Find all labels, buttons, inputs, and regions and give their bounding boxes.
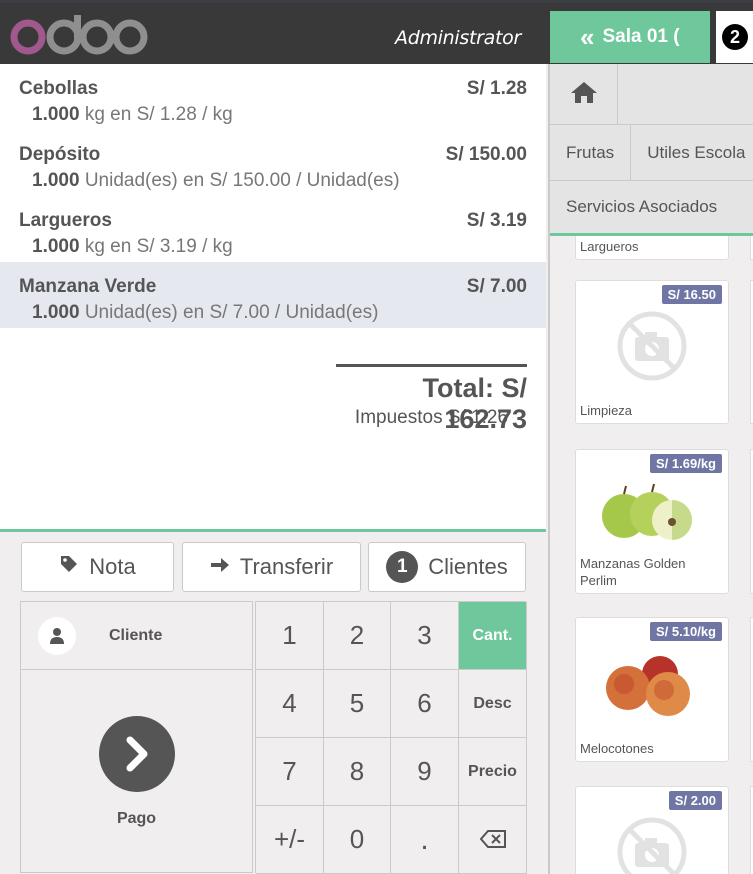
product-price-badge: S/ 2.00 (668, 791, 722, 810)
home-icon (570, 80, 598, 109)
double-chevron-left-icon: « (580, 22, 595, 52)
line-info: 1.000 kg en S/ 3.19 / kg (19, 236, 527, 258)
numpad-key-1[interactable]: 1 (256, 602, 324, 670)
product-price-badge: S/ 1.69/kg (650, 454, 722, 473)
numpad-key-8[interactable]: 8 (324, 738, 391, 806)
orderline[interactable]: Depósito S/ 150.00 1.000 Unidad(es) en S… (0, 130, 546, 196)
home-category-button[interactable] (550, 64, 618, 124)
product-name: Cebollas (19, 78, 99, 99)
arrow-right-icon (210, 554, 230, 580)
category-button[interactable]: Frutas (550, 125, 632, 180)
line-qty: 1.000 (32, 170, 80, 191)
product-card-name: Melocotones (580, 741, 654, 757)
set-customer-button[interactable]: Cliente (21, 602, 252, 670)
line-price: S/ 7.00 (466, 276, 527, 297)
category-button[interactable]: Servicios Asociados (550, 181, 733, 233)
peaches-image (602, 652, 702, 723)
line-info: 1.000 Unidad(es) en S/ 7.00 / Unidad(es) (19, 302, 527, 324)
category-row: Frutas Utiles Escola (550, 124, 753, 180)
product-card-name: Largueros (580, 239, 639, 255)
category-row: Servicios Asociados (550, 180, 753, 233)
product-card[interactable]: Largueros (575, 236, 729, 260)
numpad-key-dot[interactable]: . (391, 806, 459, 874)
numpad-key-0[interactable]: 0 (324, 806, 391, 874)
note-label: Nota (89, 554, 136, 579)
category-button[interactable]: Utiles Escola (631, 125, 753, 180)
product-price-badge: S/ 5.10/kg (650, 622, 722, 641)
product-card[interactable]: S/ 16.50 Limpieza (575, 280, 729, 424)
line-info: 1.000 Unidad(es) en S/ 150.00 / Unidad(e… (19, 170, 527, 192)
product-card-name: Limpieza (580, 403, 633, 419)
tag-icon (59, 554, 79, 580)
line-price: S/ 150.00 (445, 144, 527, 165)
numpad-key-6[interactable]: 6 (391, 670, 459, 738)
product-card[interactable]: S/ 1.69/kg Manzanas Golden Perlim (575, 449, 729, 594)
numpad-key-minus[interactable]: +/- (256, 806, 324, 874)
line-qty: 1.000 (32, 236, 80, 257)
numpad-key-2[interactable]: 2 (324, 602, 391, 670)
green-apples-image (600, 480, 700, 549)
orderline[interactable]: Cebollas S/ 1.28 1.000 kg en S/ 1.28 / k… (0, 64, 546, 130)
product-card-name: Manzanas Golden Perlim (580, 556, 686, 589)
category-bar: Frutas Utiles Escola Servicios Asociados (550, 64, 753, 235)
numpad-key-9[interactable]: 9 (391, 738, 459, 806)
user-icon (38, 616, 76, 655)
pos-topbar: Administrator « Sala 01 ( 2 (0, 0, 753, 64)
odoo-logo (8, 15, 148, 60)
line-unit-info: kg en S/ 1.28 / kg (79, 104, 233, 125)
order-taxes: Impuestos S/ 1.26 (354, 407, 509, 428)
username[interactable]: Administrator (395, 27, 521, 49)
numpad: 1 2 3 Cant. 4 5 6 Desc 7 8 9 Precio +/- … (255, 601, 527, 874)
transfer-label: Transferir (239, 554, 334, 579)
guests-button[interactable]: 1 Clientes (368, 542, 526, 592)
numpad-key-4[interactable]: 4 (256, 670, 324, 738)
product-screen: Frutas Utiles Escola Servicios Asociados… (548, 64, 753, 874)
mode-discount-button[interactable]: Desc (459, 670, 527, 738)
line-qty: 1.000 (32, 302, 80, 323)
order-panel: Cebollas S/ 1.28 1.000 kg en S/ 1.28 / k… (0, 64, 546, 874)
mode-price-button[interactable]: Precio (459, 738, 527, 806)
numpad-key-3[interactable]: 3 (391, 602, 459, 670)
numpad-key-7[interactable]: 7 (256, 738, 324, 806)
orderline-list: Cebollas S/ 1.28 1.000 kg en S/ 1.28 / k… (0, 64, 546, 328)
guests-label: Clientes (428, 554, 508, 579)
line-info: 1.000 kg en S/ 1.28 / kg (19, 104, 527, 126)
customer-label: Cliente (109, 626, 163, 644)
product-card[interactable]: S/ 2.00 (575, 786, 729, 874)
line-price: S/ 1.28 (466, 78, 527, 99)
order-selector-tab[interactable]: 2 (716, 11, 753, 63)
line-unit-info: Unidad(es) en S/ 150.00 / Unidad(es) (79, 170, 400, 191)
numpad-key-5[interactable]: 5 (324, 670, 391, 738)
no-image-icon (615, 309, 689, 388)
orderline-selected[interactable]: Manzana Verde S/ 7.00 1.000 Unidad(es) e… (0, 262, 546, 328)
orderline[interactable]: Largueros S/ 3.19 1.000 kg en S/ 3.19 / … (0, 196, 546, 262)
product-price-badge: S/ 16.50 (661, 285, 722, 304)
note-button[interactable]: Nota (21, 542, 174, 592)
mode-quantity-button[interactable]: Cant. (459, 602, 527, 670)
chevron-right-icon (98, 716, 175, 792)
payment-button[interactable]: Pago (21, 670, 252, 872)
product-name: Manzana Verde (19, 276, 157, 297)
product-name: Largueros (19, 210, 112, 231)
backspace-icon (479, 824, 506, 855)
product-list: Largueros S/ 16.50 Limpieza S/ 1.69/kg M… (550, 236, 753, 874)
transfer-button[interactable]: Transferir (182, 542, 361, 592)
floor-table-tab[interactable]: « Sala 01 ( (550, 11, 710, 63)
order-number-badge: 2 (722, 24, 748, 50)
no-image-icon (615, 815, 689, 874)
line-qty: 1.000 (32, 104, 80, 125)
line-unit-info: Unidad(es) en S/ 7.00 / Unidad(es) (79, 302, 379, 323)
product-card[interactable]: S/ 5.10/kg Melocotones (575, 617, 729, 762)
guest-count-badge: 1 (386, 551, 419, 583)
action-pad: Cliente Pago (20, 601, 253, 873)
payment-label: Pago (116, 810, 157, 827)
line-unit-info: kg en S/ 3.19 / kg (79, 236, 233, 257)
tab-label: Sala 01 ( (602, 26, 680, 47)
control-area: Nota Transferir 1 Clientes Cliente Pago … (0, 532, 546, 874)
line-price: S/ 3.19 (466, 210, 527, 231)
backspace-key[interactable] (459, 806, 527, 874)
